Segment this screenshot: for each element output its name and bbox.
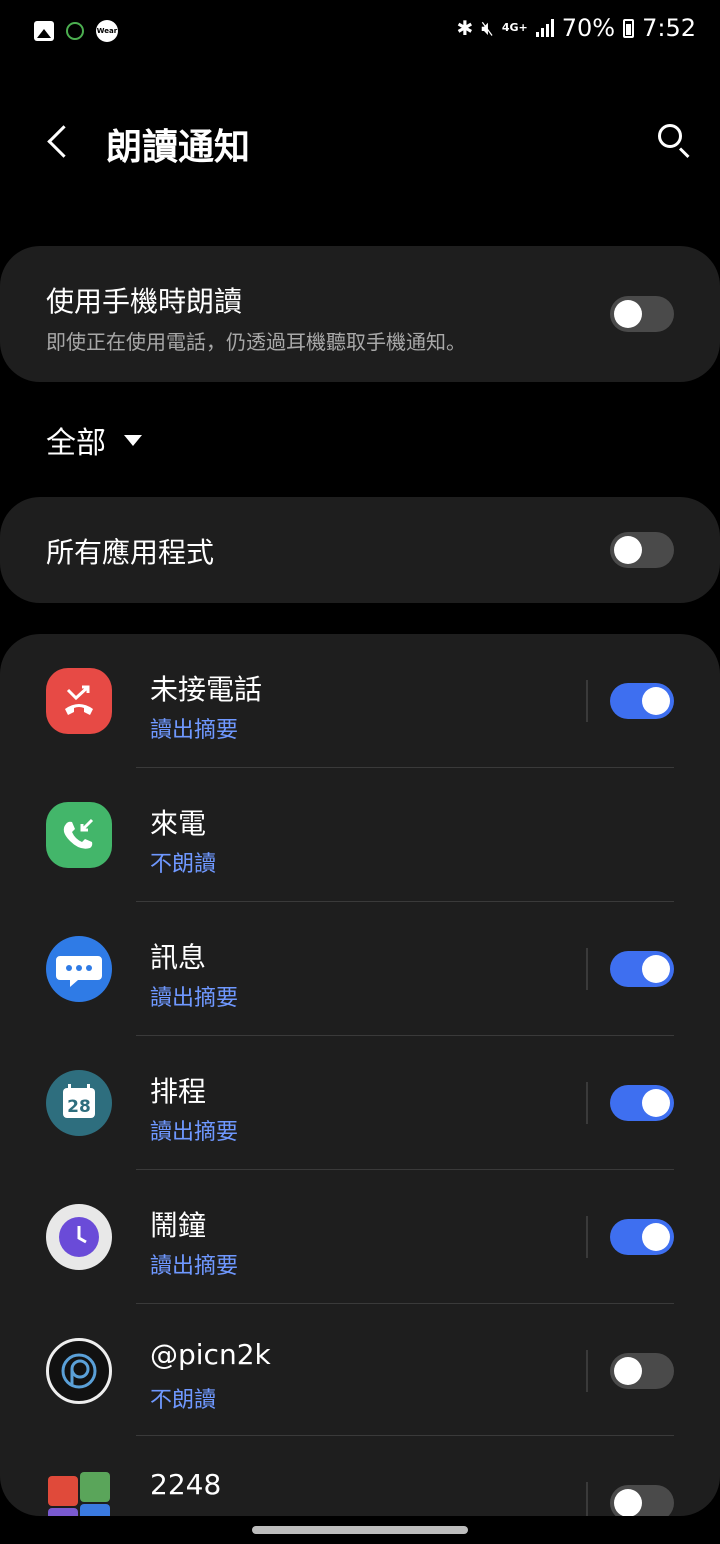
app-status: 不朗讀 [150, 852, 217, 877]
incoming-call-icon [46, 802, 112, 868]
read-while-using-subtitle: 即使正在使用電話，仍透過耳機聽取手機通知。 [46, 330, 466, 354]
app-name: 來電 [150, 807, 207, 840]
app-bar: 朗讀通知 [0, 96, 720, 188]
battery-icon [623, 18, 635, 38]
picn2k-icon [46, 1338, 112, 1404]
app-name: 訊息 [150, 941, 207, 974]
app-name: 鬧鐘 [150, 1209, 207, 1242]
filter-dropdown[interactable]: 全部 [46, 418, 142, 462]
all-apps-card[interactable]: 所有應用程式 [0, 497, 720, 603]
page-title: 朗讀通知 [106, 127, 251, 168]
read-while-using-title: 使用手機時朗讀 [46, 285, 243, 318]
battery-text: 70% [561, 14, 616, 42]
app-status: 不朗讀 [150, 1388, 217, 1413]
app-toggle-2248[interactable] [610, 1485, 674, 1516]
list-item[interactable]: 28 排程 讀出摘要 [0, 1036, 720, 1170]
clock-time: 7:52 [642, 14, 696, 42]
read-while-using-card[interactable]: 使用手機時朗讀 即使正在使用電話，仍透過耳機聽取手機通知。 [0, 246, 720, 382]
search-icon [658, 124, 682, 148]
bluetooth-icon: ✱ [456, 16, 474, 40]
network-icon: 4G+ [501, 21, 528, 34]
app-status: 讀出摘要 [150, 718, 239, 743]
all-apps-toggle[interactable] [610, 532, 674, 568]
app-status: 讀出摘要 [150, 986, 239, 1011]
app-toggle-clock[interactable] [610, 1219, 674, 1255]
app-toggle-calendar[interactable] [610, 1085, 674, 1121]
app-status: 讀出摘要 [150, 1254, 239, 1279]
messages-icon [46, 936, 112, 1002]
list-item[interactable]: 2248 [0, 1436, 720, 1516]
app-name: @picn2k [150, 1338, 271, 1371]
back-button[interactable] [40, 120, 80, 164]
list-item[interactable]: 訊息 讀出摘要 [0, 902, 720, 1036]
app-list: 未接電話 讀出摘要 來電 不朗讀 訊息 讀出摘要 28 排程 讀出摘要 鬧鐘 讀… [0, 634, 720, 1516]
face-icon [66, 22, 84, 40]
home-indicator[interactable] [252, 1526, 468, 1534]
app-toggle-picn2k[interactable] [610, 1353, 674, 1389]
all-apps-label: 所有應用程式 [46, 536, 215, 569]
game-2248-icon [46, 1470, 112, 1516]
missed-call-icon [46, 668, 112, 734]
caret-down-icon [124, 434, 142, 446]
filter-label: 全部 [46, 426, 106, 461]
app-name: 未接電話 [150, 673, 263, 706]
signal-icon [535, 19, 554, 37]
app-name: 2248 [150, 1468, 222, 1501]
status-bar: Wear ✱ 🔇︎ 4G+ 70% 7:52 [0, 0, 720, 64]
calendar-icon: 28 [46, 1070, 112, 1136]
gallery-icon [34, 21, 54, 41]
app-toggle-missed-call[interactable] [610, 683, 674, 719]
read-while-using-toggle[interactable] [610, 296, 674, 332]
wear-icon: Wear [96, 20, 118, 42]
app-status: 讀出摘要 [150, 1120, 239, 1145]
app-name: 排程 [150, 1075, 207, 1108]
mute-icon: 🔇︎ [481, 16, 494, 40]
list-item[interactable]: @picn2k 不朗讀 [0, 1304, 720, 1436]
calendar-icon-text: 28 [67, 1097, 91, 1117]
clock-icon [46, 1204, 112, 1270]
list-item[interactable]: 鬧鐘 讀出摘要 [0, 1170, 720, 1304]
search-button[interactable] [656, 122, 692, 159]
app-toggle-messages[interactable] [610, 951, 674, 987]
list-item[interactable]: 來電 不朗讀 [0, 768, 720, 902]
list-item[interactable]: 未接電話 讀出摘要 [0, 634, 720, 768]
